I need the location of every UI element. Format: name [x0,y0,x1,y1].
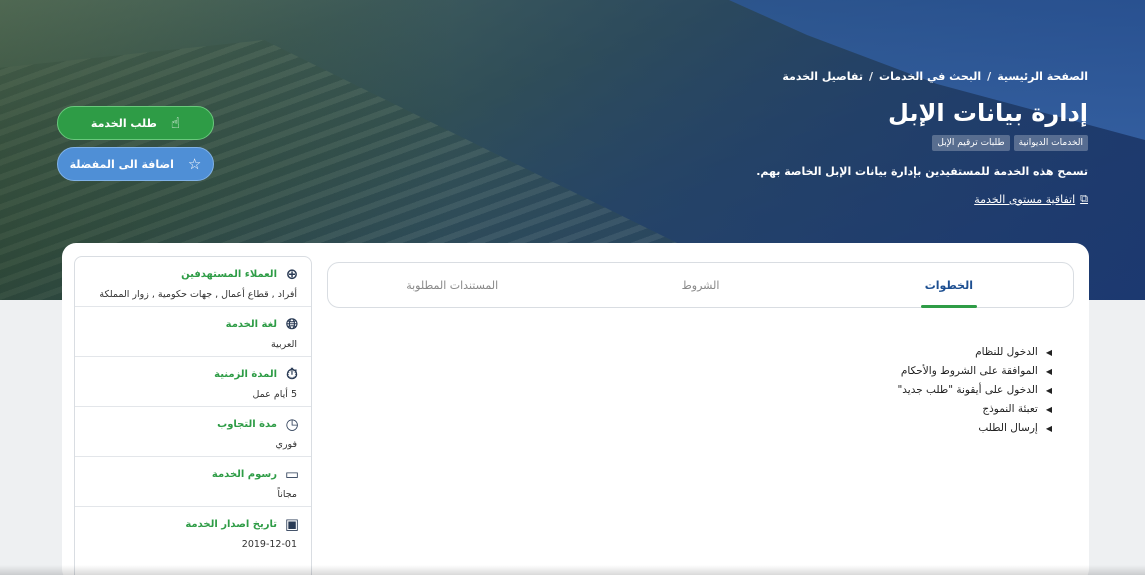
tab-required-documents[interactable]: المستندات المطلوبة [328,263,576,307]
hand-pointer-icon: ☝ [170,113,181,132]
clock-icon: ◷ [285,415,299,433]
service-tag: الخدمات الديوانية [1013,135,1088,151]
card-icon: ▭ [284,465,300,483]
request-service-label: طلب الخدمة [90,116,157,130]
add-to-favorites-button[interactable]: اضافة الى المفضلة ☆ [57,147,214,181]
service-info-sidebar: ⊕ العملاء المستهدفين أفراد , قطاع أعمال ,… [74,256,312,575]
triangle-left-icon: ◀ [1045,366,1052,376]
breadcrumb: الصفحة الرئيسية / البحث في الخدمات / تفا… [782,70,1088,83]
external-link-icon: ⧉ [1080,192,1088,205]
service-description: تسمح هذه الخدمة للمستفيدين بإدارة بيانات… [756,165,1088,178]
info-service-fees: ▭ رسوم الخدمة مجاناً [75,457,311,507]
list-item: ◀ الدخول على أيقونة "طلب جديد" [897,384,1052,396]
triangle-left-icon: ◀ [1045,385,1052,395]
list-item: ◀ تعبئة النموذج [982,403,1052,415]
list-item: ◀ الموافقة على الشروط والأحكام [900,365,1052,377]
page-title: إدارة بيانات الإبل [888,99,1088,127]
calendar-icon: ▣ [284,515,300,533]
tab-steps[interactable]: الخطوات [825,263,1073,307]
list-item: ◀ إرسال الطلب [978,422,1052,434]
triangle-left-icon: ◀ [1045,347,1052,357]
info-target-customers: ⊕ العملاء المستهدفين أفراد , قطاع أعمال ,… [75,257,311,307]
sla-link[interactable]: ⧉ اتفاقية مستوى الخدمة [974,192,1088,206]
info-duration: ⏱︎ المدة الزمنية 5 أيام عمل [75,357,311,407]
tab-conditions[interactable]: الشروط [576,263,824,307]
info-service-language: 🌐︎ لغة الخدمة العربية [75,307,311,357]
request-service-button[interactable]: طلب الخدمة ☝ [57,106,214,140]
sla-link-label: اتفاقية مستوى الخدمة [974,192,1076,206]
service-tags: الخدمات الديوانية طلبات ترقيم الإبل [668,135,1088,151]
list-item: ◀ الدخول للنظام [975,346,1052,358]
breadcrumb-current: تفاصيل الخدمة [782,70,863,83]
breadcrumb-search[interactable]: البحث في الخدمات [879,70,981,83]
info-release-date: ▣ تاريخ اصدار الخدمة 2019-12-01 [185,515,300,550]
star-icon: ☆ [187,154,202,173]
breadcrumb-home[interactable]: الصفحة الرئيسية [997,70,1088,83]
service-tag: طلبات ترقيم الإبل [932,135,1010,151]
triangle-left-icon: ◀ [1045,404,1052,414]
info-response-time: ◷ مدة التجاوب فوري [75,407,311,457]
globe-icon: 🌐︎ [286,315,299,333]
service-header: الصفحة الرئيسية / البحث في الخدمات / تفا… [668,70,1088,206]
triangle-left-icon: ◀ [1045,423,1052,433]
steps-list: ◀ الدخول للنظام ◀ الموافقة على الشروط والأ… [897,346,1052,441]
service-tabs: الخطوات الشروط المستندات المطلوبة [327,262,1074,308]
add-to-favorites-label: اضافة الى المفضلة [69,157,174,171]
target-users-icon: ⊕ [285,265,299,283]
stopwatch-icon: ⏱︎ [286,365,298,383]
